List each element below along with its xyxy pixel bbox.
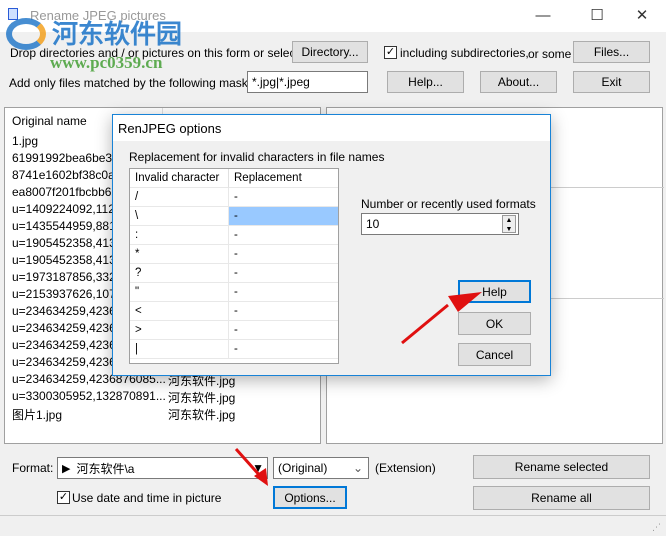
arrow-to-help: [401, 292, 482, 345]
annotation-arrows-top: [401, 292, 482, 345]
